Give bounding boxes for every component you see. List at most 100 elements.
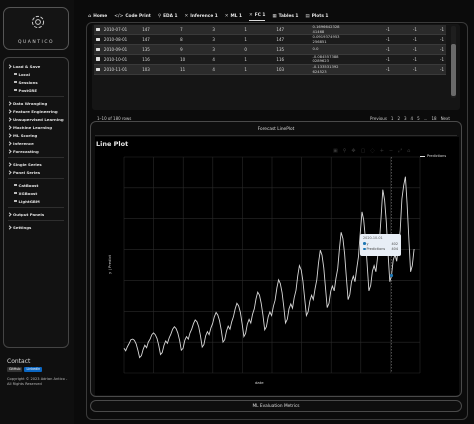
table-cell: -1 — [391, 44, 419, 55]
contact-heading: Contact — [7, 358, 31, 365]
row-select-cell[interactable] — [94, 44, 102, 55]
hover-tooltip: 2020-10-01 y 402 Predictions 404 — [360, 234, 401, 256]
lasso-icon[interactable]: ◌ — [370, 148, 374, 154]
table-cell: 147 — [140, 25, 179, 36]
zoom-in-icon[interactable]: + — [380, 148, 384, 154]
bullet-icon — [14, 80, 17, 84]
sidebar-item-label: Panel Series — [13, 169, 41, 175]
eval-metrics-title: ML Evaluation Metrics — [252, 403, 300, 409]
table-cell: 2010-08-01 — [101, 34, 141, 46]
sidebar-item-label: PostGRE — [18, 87, 38, 93]
row-select-cell[interactable] — [94, 64, 102, 76]
row-checkbox[interactable] — [96, 27, 100, 32]
table-row[interactable]: 2010-11-01 103 11 4 1 103 -0.133531392 624523-… — [94, 64, 446, 76]
sidebar-item-settings[interactable]: Settings — [7, 223, 64, 231]
table-row[interactable]: 2010-10-01 116 10 4 1 116 -0.084557388 0289623… — [94, 54, 446, 66]
table-cell: 4 — [210, 64, 243, 76]
table-row[interactable]: 2010-08-01 147 8 3 1 147 0.0919374953 256851 -1… — [94, 34, 446, 46]
sidebar-item-sessions[interactable]: Sessions — [8, 78, 64, 86]
row-checkbox[interactable] — [96, 47, 100, 52]
sidebar-item-lightgbm[interactable]: LightGBM — [8, 197, 64, 205]
zoom-out-icon[interactable]: − — [389, 148, 393, 154]
sidebar-item-xgboost[interactable]: XGBoost — [8, 189, 64, 197]
table-cell: -1 — [364, 25, 392, 36]
sidebar-item-label: XGBoost — [18, 190, 38, 196]
table-cell: 135 — [274, 44, 311, 55]
row-select-cell[interactable] — [94, 25, 102, 36]
forecast-plot-card: Forecast LinePlot Line Plot ▣ ⚲ ✥ ▢ ◌ + … — [90, 121, 462, 397]
sidebar-item-forecasting[interactable]: Forecasting — [7, 147, 64, 155]
sidebar-item-label: LightGBM — [18, 198, 40, 204]
line-chart[interactable] — [95, 137, 459, 395]
row-checkbox[interactable] — [96, 57, 100, 61]
table-cell: 1 — [242, 34, 275, 46]
sidebar-item-catboost[interactable]: CatBoost — [8, 181, 64, 189]
sidebar-item-output-panels[interactable]: Output Panels — [7, 210, 64, 218]
table-row[interactable]: 2010-09-01 135 9 3 0 135 0.0 -1 -1 -1 — [94, 44, 446, 55]
table-cell: 147 — [274, 34, 311, 46]
table-cell: 10 — [178, 54, 211, 66]
sidebar: QUANTICO Load & Save Local Sessions PostGRE… — [0, 0, 74, 424]
sidebar-item-single-series[interactable]: Single Series — [7, 160, 64, 168]
table-cell: 3 — [210, 34, 243, 46]
table-cell: 4 — [210, 54, 243, 66]
row-checkbox[interactable] — [96, 37, 100, 42]
plot-area[interactable]: Line Plot ▣ ⚲ ✥ ▢ ◌ + − ⤢ ⌂ Predictions … — [95, 137, 459, 395]
sidebar-item-label: Local — [18, 71, 30, 77]
chevron-down-icon — [7, 169, 12, 175]
camera-icon[interactable]: ▣ — [333, 148, 338, 154]
sidebar-item-inference[interactable]: Inference — [7, 139, 64, 147]
table-cell: -1 — [418, 34, 446, 46]
menu-divider — [8, 178, 64, 179]
table-cell: 0.0 — [310, 44, 365, 55]
brand-name: QUANTICO — [17, 40, 55, 45]
sidebar-item-postgre[interactable]: PostGRE — [8, 86, 64, 94]
chevron-down-icon — [7, 63, 12, 69]
chevron-down-icon — [7, 100, 12, 106]
brand-logo[interactable]: QUANTICO — [3, 7, 69, 50]
series-line — [123, 176, 415, 359]
plot-title: Line Plot — [96, 140, 129, 148]
github-badge[interactable]: GitHub — [7, 367, 23, 372]
sidebar-item-local[interactable]: Local — [8, 70, 64, 78]
table-cell: 147 — [140, 34, 179, 46]
main-content: 2010-07-01 147 7 3 1 147 0.1696642328 41468 -1-… — [76, 0, 474, 424]
linkedin-badge[interactable]: LinkedIn — [24, 367, 43, 372]
table-cell: 1 — [242, 25, 275, 36]
row-select-cell[interactable] — [94, 34, 102, 46]
sidebar-item-unsupervised-learning[interactable]: Unsupervised Learning — [7, 115, 64, 123]
table-scrollbar-thumb[interactable] — [451, 44, 456, 96]
table-row[interactable]: 2010-07-01 147 7 3 1 147 0.1696642328 41468 -1-… — [94, 25, 446, 36]
table-cell: 11 — [178, 64, 211, 76]
autoscale-icon[interactable]: ⤢ — [398, 148, 402, 154]
sidebar-item-panel-series[interactable]: Panel Series — [7, 168, 64, 176]
sidebar-item-machine-learning[interactable]: Machine Learning — [7, 123, 64, 131]
table-cell: -1 — [364, 34, 392, 46]
select-icon[interactable]: ▢ — [361, 148, 366, 154]
tooltip-date: 2020-10-01 — [363, 236, 383, 240]
zoom-icon[interactable]: ⚲ — [343, 148, 347, 154]
bullet-icon — [14, 88, 17, 92]
sidebar-item-label: Sessions — [18, 79, 38, 85]
copyright-text: Copyright © 2023 Adrian Antico - All Rig… — [7, 377, 68, 386]
chevron-down-icon — [7, 116, 12, 122]
sidebar-item-ml-scoring[interactable]: ML Scoring — [7, 131, 64, 139]
pan-icon[interactable]: ✥ — [351, 148, 355, 154]
tooltip-label: Predictions — [366, 247, 386, 251]
tooltip-marker — [363, 242, 366, 245]
plot-legend[interactable]: Predictions — [420, 154, 446, 158]
sidebar-item-feature-engineering[interactable]: Feature Engineering — [7, 107, 64, 115]
tooltip-value: 404 — [391, 247, 398, 251]
table-cell: -0.133531392 624523 — [310, 64, 365, 76]
reset-axes-icon[interactable]: ⌂ — [407, 148, 410, 154]
table-cell: 8 — [178, 34, 211, 46]
table-cell: -0.084557388 0289623 — [310, 54, 365, 66]
row-checkbox[interactable] — [96, 67, 100, 72]
card-divider — [95, 135, 457, 136]
sidebar-menu: Load & Save Local Sessions PostGRE Data Wran… — [3, 57, 69, 348]
sidebar-item-data-wrangling[interactable]: Data Wrangling — [7, 99, 64, 107]
sidebar-item-load-save[interactable]: Load & Save — [7, 62, 64, 70]
table-cell: -1 — [391, 54, 419, 66]
row-select-cell[interactable] — [94, 54, 102, 66]
eval-metrics-card[interactable]: ML Evaluation Metrics — [90, 400, 462, 412]
